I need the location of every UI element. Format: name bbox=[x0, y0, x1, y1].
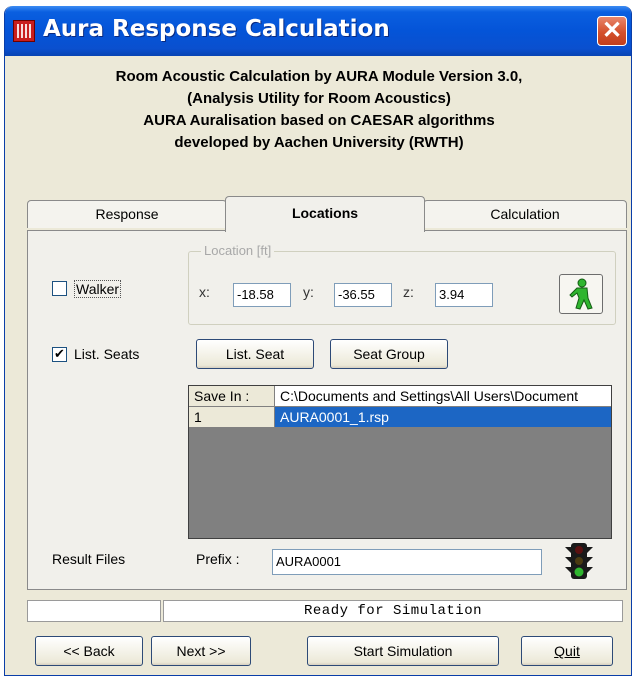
x-label: x: bbox=[199, 284, 210, 300]
grid-header-save-in: Save In : bbox=[189, 386, 275, 407]
quit-button[interactable]: Quit bbox=[521, 636, 613, 666]
list-seats-label: List. Seats bbox=[74, 346, 140, 362]
window-title: Aura Response Calculation bbox=[43, 16, 390, 42]
y-label: y: bbox=[303, 284, 314, 300]
result-files-label: Result Files bbox=[52, 551, 126, 567]
list-seats-checkbox[interactable] bbox=[52, 346, 67, 362]
walker-checkbox[interactable] bbox=[52, 281, 67, 296]
next-button[interactable]: Next >> bbox=[151, 636, 251, 666]
grid-row-number[interactable]: 1 bbox=[189, 407, 275, 428]
aura-app-icon bbox=[13, 20, 35, 42]
list-seat-button[interactable]: List. Seat bbox=[196, 339, 314, 369]
status-left-panel bbox=[27, 600, 161, 622]
seat-group-button[interactable]: Seat Group bbox=[330, 339, 448, 369]
close-button[interactable]: ✕ bbox=[597, 16, 627, 46]
walker-button[interactable] bbox=[559, 274, 603, 314]
z-label: z: bbox=[403, 284, 414, 300]
tab-calculation[interactable]: Calculation bbox=[423, 200, 627, 228]
traffic-light-icon bbox=[565, 543, 593, 579]
aura-response-window: Aura Response Calculation ✕ Room Acousti… bbox=[4, 6, 632, 676]
title-bar[interactable]: Aura Response Calculation ✕ bbox=[5, 6, 631, 56]
x-coordinate-input[interactable]: -18.58 bbox=[233, 283, 291, 307]
tab-response[interactable]: Response bbox=[27, 200, 227, 228]
header-line-2: (Analysis Utility for Room Acoustics) bbox=[187, 90, 451, 107]
prefix-label: Prefix : bbox=[196, 551, 240, 567]
header-line-1: Room Acoustic Calculation by AURA Module… bbox=[115, 68, 523, 85]
result-files-grid[interactable]: Save In : C:\Documents and Settings\All … bbox=[188, 385, 612, 539]
walker-label[interactable]: Walker bbox=[74, 280, 122, 298]
locations-panel: Walker Location [ft] x: -18.58 y: -36.55… bbox=[27, 230, 627, 590]
start-simulation-button[interactable]: Start Simulation bbox=[307, 636, 499, 666]
header-line-4: developed by Aachen University (RWTH) bbox=[174, 134, 464, 151]
back-button[interactable]: << Back bbox=[35, 636, 143, 666]
header-line-3: AURA Auralisation based on CAESAR algori… bbox=[143, 112, 495, 129]
walking-man-icon bbox=[569, 278, 593, 310]
location-legend: Location [ft] bbox=[201, 243, 275, 258]
grid-save-in-path[interactable]: C:\Documents and Settings\All Users\Docu… bbox=[275, 386, 611, 407]
tab-locations[interactable]: Locations bbox=[225, 196, 425, 232]
z-coordinate-input[interactable]: 3.94 bbox=[435, 283, 493, 307]
status-message: Ready for Simulation bbox=[163, 600, 623, 622]
location-groupbox: Location [ft] x: -18.58 y: -36.55 z: 3.9… bbox=[188, 243, 616, 325]
y-coordinate-input[interactable]: -36.55 bbox=[334, 283, 392, 307]
prefix-input[interactable]: AURA0001 bbox=[272, 549, 542, 575]
grid-selected-file[interactable]: AURA0001_1.rsp bbox=[275, 407, 611, 428]
